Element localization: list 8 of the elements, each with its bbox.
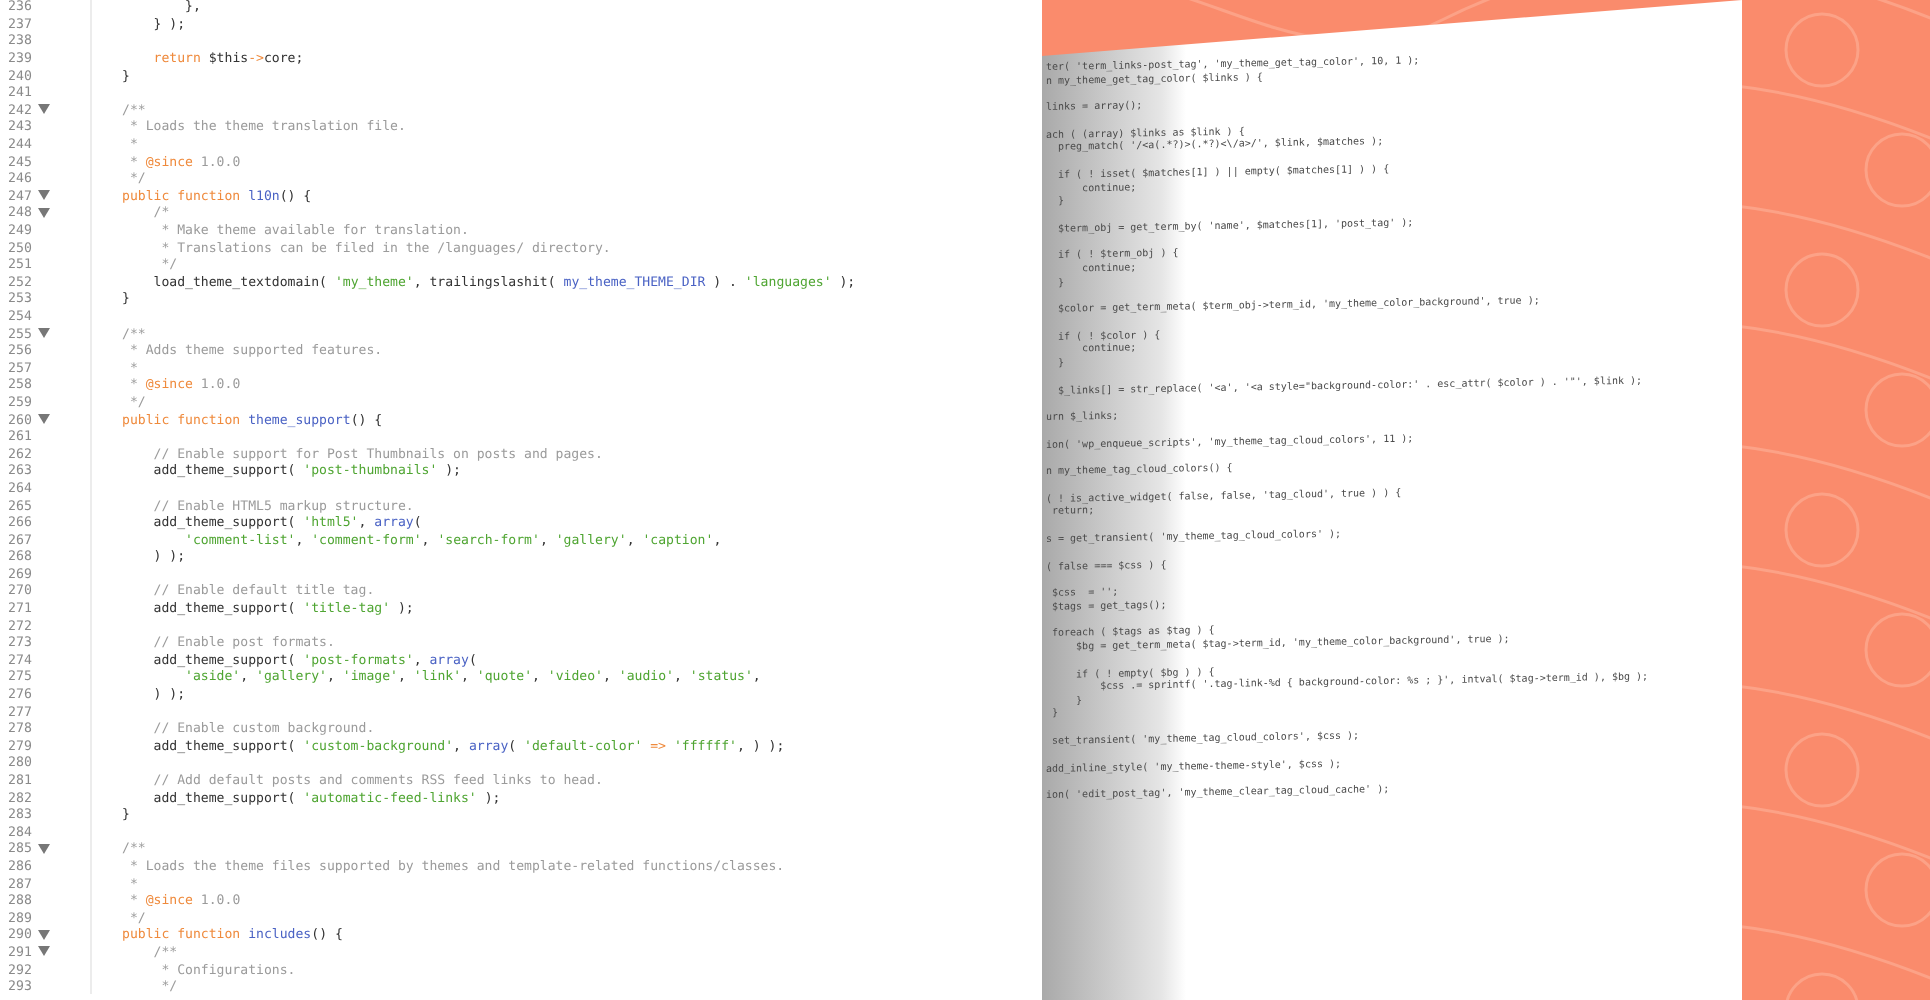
fold-icon[interactable] — [38, 104, 50, 115]
fold-icon[interactable] — [38, 207, 50, 218]
fold-icon[interactable] — [38, 946, 50, 957]
fold-icon[interactable] — [38, 929, 50, 940]
fold-icon[interactable] — [38, 414, 50, 425]
fold-icon[interactable] — [38, 190, 50, 201]
fold-icon[interactable] — [38, 843, 50, 854]
fold-icon[interactable] — [38, 328, 50, 339]
